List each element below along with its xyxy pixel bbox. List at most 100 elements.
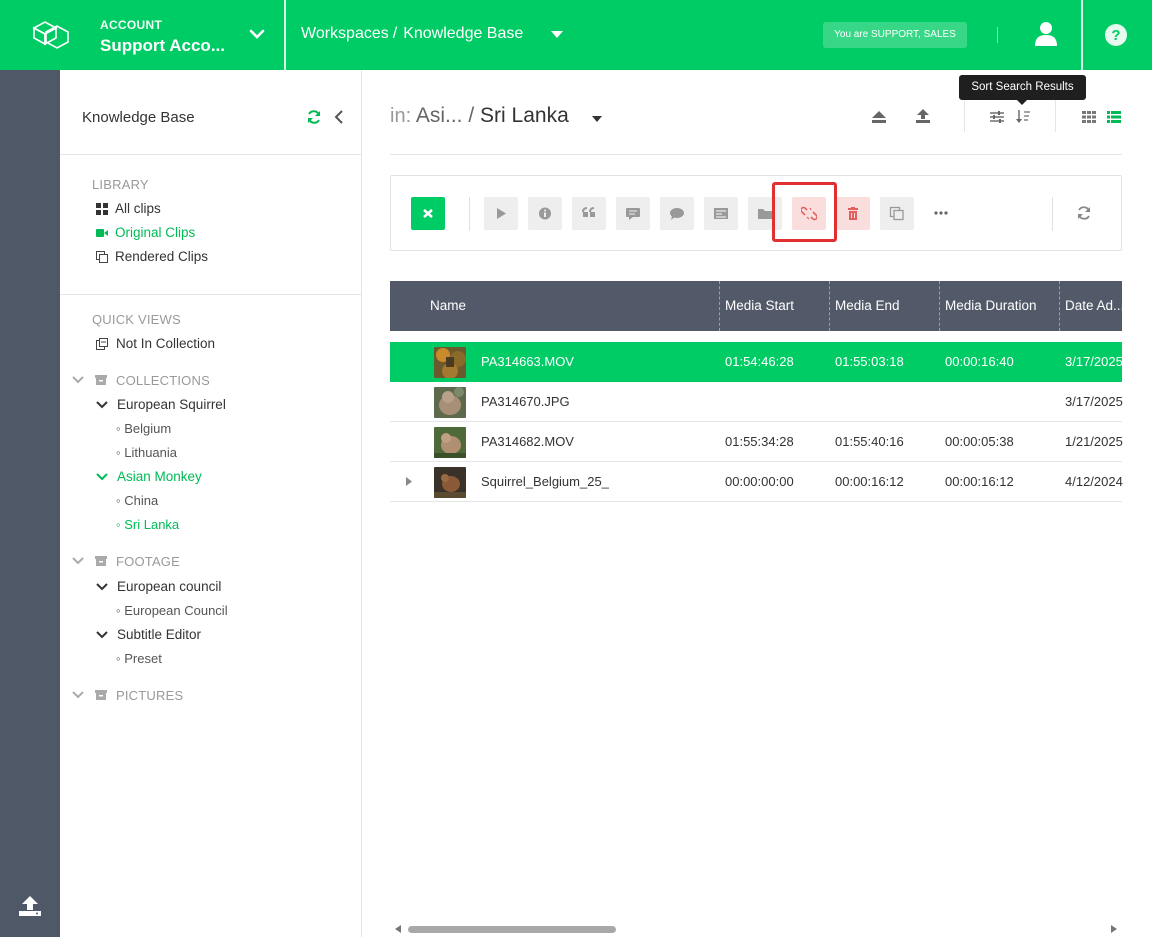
upload-icon[interactable] <box>18 895 42 917</box>
sidebar-item-china[interactable]: ◦ China <box>116 493 158 508</box>
breadcrumb-separator: / <box>392 25 398 42</box>
column-divider <box>1059 281 1060 331</box>
chevron-down-icon[interactable] <box>248 27 266 41</box>
header-divider <box>964 100 965 132</box>
scroll-left-icon[interactable] <box>395 925 401 933</box>
help-icon[interactable]: ? <box>1104 23 1128 47</box>
breadcrumb-knowledge-base[interactable]: Knowledge Base <box>403 25 523 42</box>
archive-icon <box>95 375 107 385</box>
column-divider <box>829 281 830 331</box>
library-heading: LIBRARY <box>92 177 149 192</box>
list-button[interactable] <box>704 197 738 230</box>
play-button[interactable] <box>484 197 518 230</box>
chevron-down-icon[interactable] <box>96 473 108 481</box>
divider <box>60 154 361 155</box>
info-button[interactable] <box>528 197 562 230</box>
chevron-down-icon[interactable] <box>72 557 84 565</box>
caret-right-icon[interactable] <box>406 477 412 486</box>
sidebar-item-preset[interactable]: ◦ Preset <box>116 651 162 666</box>
sidebar-item-european-council-group[interactable]: European council <box>117 579 221 594</box>
discussion-button[interactable] <box>660 197 694 230</box>
cell-media-end: 01:55:40:16 <box>835 434 904 449</box>
sidebar-item-subtitle-editor[interactable]: Subtitle Editor <box>117 627 201 642</box>
sidebar-item-not-in-collection[interactable]: Not In Collection <box>116 336 215 351</box>
cell-media-duration: 00:00:16:12 <box>945 474 1014 489</box>
duplicate-button[interactable] <box>880 197 914 230</box>
column-name[interactable]: Name <box>430 298 466 313</box>
sidebar-item-european-squirrel[interactable]: European Squirrel <box>117 397 226 412</box>
account-name: Support Acco... <box>100 36 225 55</box>
cell-date-added: 3/17/2025 <box>1065 354 1123 369</box>
more-icon[interactable] <box>933 205 949 221</box>
divider <box>390 154 1122 155</box>
table-row[interactable]: PA314670.JPG 3/17/2025 <box>390 382 1123 422</box>
path-parent[interactable]: Asi... <box>416 104 463 127</box>
account-switcher[interactable]: ACCOUNT Support Acco... <box>100 18 225 56</box>
account-label: ACCOUNT <box>100 18 163 32</box>
sidebar-item-label: Sri Lanka <box>124 517 180 532</box>
chevron-down-icon[interactable] <box>72 376 84 384</box>
path-current[interactable]: Sri Lanka <box>480 104 569 127</box>
filter-sliders-icon[interactable] <box>989 110 1005 124</box>
table-row[interactable]: Squirrel_Belgium_25_ 00:00:00:00 00:00:1… <box>390 462 1123 502</box>
horizontal-scrollbar[interactable] <box>408 926 616 933</box>
comment-button[interactable] <box>616 197 650 230</box>
sidebar-item-lithuania[interactable]: ◦ Lithuania <box>116 445 177 460</box>
caret-down-icon[interactable] <box>592 116 602 122</box>
column-media-start[interactable]: Media Start <box>725 298 794 313</box>
sidebar-item-original-clips[interactable]: Original Clips <box>115 225 195 240</box>
clear-selection-button[interactable] <box>411 197 445 230</box>
grid-view-icon[interactable] <box>1081 110 1097 124</box>
cell-media-duration: 00:00:16:40 <box>945 354 1014 369</box>
table-header: Name Media Start Media End Media Duratio… <box>390 281 1124 331</box>
info-icon <box>539 207 551 220</box>
upload-icon[interactable] <box>915 109 931 123</box>
table-row[interactable]: PA314682.MOV 01:55:34:28 01:55:40:16 00:… <box>390 422 1123 462</box>
list-view-icon[interactable] <box>1106 110 1122 124</box>
scroll-right-icon[interactable] <box>1111 925 1117 933</box>
breadcrumb-workspaces[interactable]: Workspaces <box>301 25 389 42</box>
table-row[interactable]: PA314663.MOV 01:54:46:28 01:55:03:18 00:… <box>390 342 1123 382</box>
column-media-duration[interactable]: Media Duration <box>945 298 1037 313</box>
quote-button[interactable] <box>572 197 606 230</box>
sidebar-item-belgium[interactable]: ◦ Belgium <box>116 421 171 436</box>
cell-media-duration: 00:00:05:38 <box>945 434 1014 449</box>
role-badge: You are SUPPORT, SALES <box>823 22 967 48</box>
sidebar-item-sri-lanka[interactable]: ◦ Sri Lanka <box>116 517 179 532</box>
cell-media-end: 00:00:16:12 <box>835 474 904 489</box>
sidebar: Knowledge Base LIBRARY All clips Origina… <box>60 70 362 937</box>
sort-icon[interactable] <box>1015 109 1031 123</box>
sidebar-item-asian-monkey[interactable]: Asian Monkey <box>117 469 202 484</box>
chevron-down-icon[interactable] <box>96 631 108 639</box>
sidebar-item-label: Lithuania <box>124 445 178 460</box>
thumbnail-image <box>434 467 466 498</box>
footage-heading: FOOTAGE <box>116 554 180 569</box>
column-media-end[interactable]: Media End <box>835 298 900 313</box>
caret-down-icon[interactable] <box>551 31 563 39</box>
column-divider <box>939 281 940 331</box>
sidebar-item-label: Belgium <box>124 421 172 436</box>
sidebar-item-rendered-clips[interactable]: Rendered Clips <box>115 249 208 264</box>
chevron-down-icon[interactable] <box>72 691 84 699</box>
toolbar-divider <box>1052 197 1053 231</box>
unlinked-icon <box>96 338 108 350</box>
play-icon <box>497 208 506 219</box>
breadcrumb: Workspaces / Knowledge Base <box>301 25 523 43</box>
refresh-icon[interactable] <box>306 109 322 125</box>
close-icon <box>423 209 433 218</box>
chevron-down-icon[interactable] <box>96 401 108 409</box>
chevron-down-icon[interactable] <box>96 583 108 591</box>
cell-media-start: 01:54:46:28 <box>725 354 794 369</box>
chevron-left-icon[interactable] <box>334 109 344 125</box>
logo-icon[interactable] <box>30 16 70 52</box>
sidebar-item-all-clips[interactable]: All clips <box>115 201 161 216</box>
user-icon[interactable] <box>1034 21 1058 47</box>
refresh-icon[interactable] <box>1076 205 1092 221</box>
cell-name: PA314670.JPG <box>481 394 570 409</box>
archive-icon <box>95 690 107 700</box>
delete-button[interactable] <box>836 197 870 230</box>
thumbnail-image <box>434 387 466 418</box>
eject-icon[interactable] <box>871 110 887 124</box>
column-date-added[interactable]: Date Ad... <box>1065 298 1124 313</box>
sidebar-item-european-council[interactable]: ◦ European Council <box>116 603 228 618</box>
